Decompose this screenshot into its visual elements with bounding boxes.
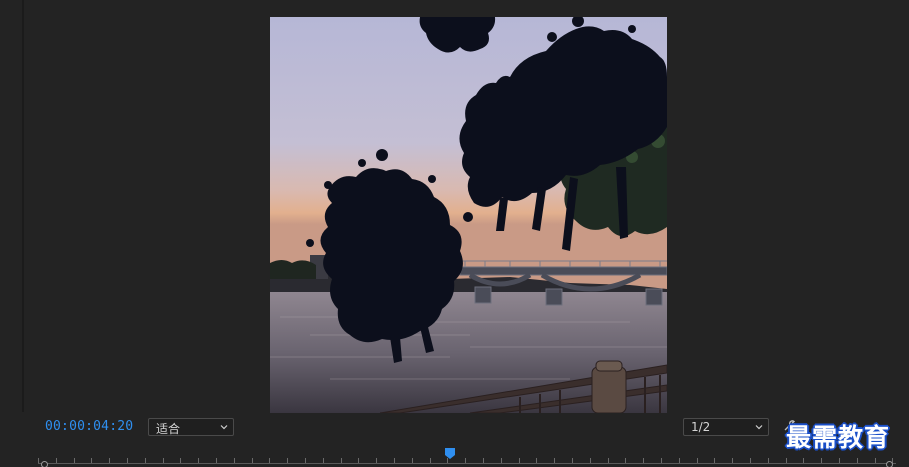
ruler-tick (661, 458, 662, 463)
ruler-tick (269, 458, 271, 463)
ruler-tick (287, 458, 289, 463)
ruler-tick (554, 458, 556, 463)
ruler-tick (767, 458, 769, 463)
ruler-tick (216, 458, 217, 463)
ruler-tick (856, 458, 858, 463)
ruler-tick (322, 458, 324, 463)
time-ruler[interactable] (38, 452, 896, 467)
ruler-tick (732, 458, 734, 463)
ruler-tick (358, 458, 360, 463)
time-ruler-line (38, 463, 896, 464)
range-end-handle[interactable] (886, 461, 893, 467)
video-frame-image (270, 17, 667, 413)
ruler-tick (483, 458, 484, 463)
ruler-tick (429, 458, 431, 463)
ruler-tick (251, 458, 253, 463)
ruler-tick (198, 458, 200, 463)
zoom-select-value: 适合 (156, 422, 181, 436)
ruler-tick (643, 458, 645, 463)
ruler-tick (109, 458, 111, 463)
resolution-select[interactable]: 1/2 (683, 418, 769, 436)
ruler-tick (874, 458, 876, 463)
ruler-tick (465, 458, 467, 463)
ruler-tick (696, 458, 698, 463)
ruler-tick (536, 458, 538, 463)
resolution-select-value: 1/2 (691, 420, 711, 434)
ruler-tick (411, 458, 413, 463)
playhead-timecode[interactable]: 00:00:04:20 (45, 419, 133, 434)
ruler-tick (73, 458, 75, 463)
ruler-tick (91, 458, 93, 463)
ruler-tick (785, 458, 787, 463)
ruler-tick (518, 458, 520, 463)
video-frame[interactable] (270, 17, 667, 413)
ruler-tick (162, 458, 164, 463)
ruler-tick (394, 458, 395, 463)
ruler-tick (233, 458, 235, 463)
ruler-tick (678, 458, 680, 463)
ruler-tick (500, 458, 502, 463)
chevron-down-icon (220, 425, 228, 430)
ruler-tick (180, 458, 182, 463)
ruler-tick (376, 458, 378, 463)
ruler-tick (340, 458, 342, 463)
ruler-tick (607, 458, 609, 463)
ruler-tick (305, 458, 306, 463)
ruler-tick (803, 458, 805, 463)
ruler-tick (714, 458, 716, 463)
ruler-tick (144, 458, 146, 463)
ruler-tick (750, 458, 751, 463)
range-start-handle[interactable] (41, 461, 48, 467)
ruler-tick (38, 458, 39, 463)
watermark-text: 最需教育 (786, 423, 891, 452)
ruler-tick (572, 458, 573, 463)
ruler-tick (127, 458, 128, 463)
ruler-tick (625, 458, 627, 463)
ruler-tick (55, 458, 57, 463)
ruler-tick (839, 458, 840, 463)
ruler-tick (821, 458, 823, 463)
playhead-icon[interactable] (444, 447, 456, 460)
zoom-select[interactable]: 适合 (148, 418, 234, 436)
chevron-down-icon (755, 425, 763, 430)
ruler-tick (589, 458, 591, 463)
